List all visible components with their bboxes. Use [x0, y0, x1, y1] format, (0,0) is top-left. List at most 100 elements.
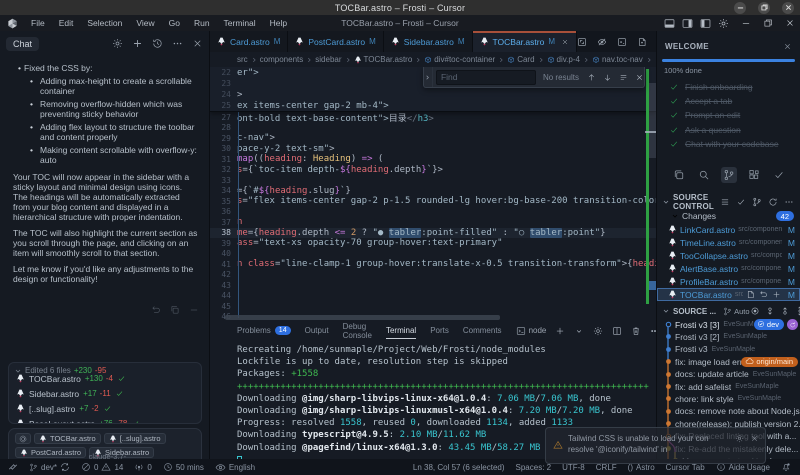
- commit-row[interactable]: Frosti v3 [3]EveSunM...dev: [657, 318, 800, 330]
- target-icon[interactable]: [750, 306, 760, 316]
- onboarding-item[interactable]: Accept a tab: [657, 94, 800, 108]
- indentation-status[interactable]: Spaces: 2: [516, 463, 552, 472]
- edited-file-row[interactable]: BaseLayout.astro+76-78: [9, 416, 201, 424]
- commit-row[interactable]: docs: update articleEveSunMaple: [657, 368, 800, 380]
- tab-postcard-astro[interactable]: PostCard.astroM: [288, 31, 383, 52]
- code-line-42[interactable]: 42: [210, 270, 656, 281]
- welcome-close-icon[interactable]: [783, 42, 792, 51]
- code-line-24[interactable]: 24>: [210, 89, 656, 100]
- graph-auto-selector[interactable]: Auto: [723, 307, 749, 316]
- terminal-dropdown-icon[interactable]: [574, 326, 584, 336]
- tab-card-astro[interactable]: Card.astroM: [210, 31, 288, 52]
- menu-item-go[interactable]: Go: [162, 15, 187, 31]
- ports-status[interactable]: 0: [134, 462, 151, 472]
- view-as-list-icon[interactable]: [720, 197, 730, 207]
- edited-file-row[interactable]: [..slug].astro+7-2: [9, 401, 201, 416]
- open-preview-icon[interactable]: [637, 37, 647, 47]
- commit-row[interactable]: fix: image load err...origin/main: [657, 356, 800, 368]
- commit-check-icon[interactable]: [736, 197, 746, 207]
- find-input[interactable]: Find: [436, 70, 536, 85]
- toast-settings-gear-icon[interactable]: [735, 434, 744, 443]
- fetch-icon[interactable]: [765, 306, 775, 316]
- chat-close-icon[interactable]: [192, 38, 203, 49]
- code-editor[interactable]: 22er">2324>25ex items-center gap-2 mb-4"…: [210, 67, 656, 322]
- copy-files-icon[interactable]: [671, 167, 687, 183]
- commit-row[interactable]: Frosti v3EveSunMaple: [657, 343, 800, 355]
- source-control-branch-icon[interactable]: [721, 167, 737, 183]
- stage-changes-icon[interactable]: [772, 290, 781, 299]
- scm-file-row[interactable]: LinkCard.astrosrc/componen...M: [657, 223, 800, 236]
- horizontal-scrollbar[interactable]: [225, 315, 500, 320]
- code-line-35[interactable]: 35s="flex items-center gap-2 p-1.5 round…: [210, 196, 656, 207]
- menu-item-file[interactable]: File: [24, 15, 52, 31]
- refresh-icon[interactable]: [768, 197, 778, 207]
- code-line-30[interactable]: 30pace-y-2 text-sm">: [210, 144, 656, 155]
- window-restore-icon[interactable]: [763, 18, 773, 28]
- breadcrumb-file[interactable]: TOCBar.astro: [354, 55, 413, 64]
- create-branch-icon[interactable]: [752, 197, 762, 207]
- menu-item-selection[interactable]: Selection: [80, 15, 129, 31]
- panel-tab-terminal[interactable]: Terminal: [386, 322, 416, 339]
- chat-tab[interactable]: Chat: [6, 37, 39, 51]
- code-line-33[interactable]: 33: [210, 175, 656, 186]
- changes-section-header[interactable]: Changes 42: [657, 209, 800, 223]
- copy-message-icon[interactable]: [170, 305, 180, 315]
- spell-language-status[interactable]: English: [215, 462, 255, 473]
- code-line-41[interactable]: 41n class="line-clamp-1 group-hover:tran…: [210, 259, 656, 270]
- find-next-icon[interactable]: [603, 73, 612, 82]
- vertical-scrollbar-thumb[interactable]: [649, 83, 656, 158]
- extensions-icon[interactable]: [746, 167, 762, 183]
- os-close-button[interactable]: [782, 2, 794, 14]
- breadcrumb-folder[interactable]: src: [237, 55, 248, 64]
- onboarding-item[interactable]: Finish onboarding: [657, 80, 800, 94]
- panel-tab-debug-console[interactable]: Debug Console: [343, 322, 372, 339]
- breadcrumbs[interactable]: src components sidebar TOCBar.astro div#toc-…: [210, 52, 656, 67]
- find-in-selection-icon[interactable]: [619, 73, 628, 82]
- toggle-blame-icon[interactable]: [597, 37, 607, 47]
- onboarding-item[interactable]: Prompt an edit: [657, 108, 800, 122]
- overview-ruler[interactable]: [645, 67, 656, 322]
- code-line-28[interactable]: 28: [210, 123, 656, 134]
- restore-checkpoint-icon[interactable]: [151, 305, 161, 315]
- menu-item-view[interactable]: View: [129, 15, 161, 31]
- kill-terminal-icon[interactable]: [631, 326, 641, 336]
- commit-row[interactable]: docs: remove note about Node.js...: [657, 405, 800, 417]
- check-icon[interactable]: [771, 167, 787, 183]
- terminal-shell-chip[interactable]: node: [516, 326, 547, 336]
- toast-close-icon[interactable]: [750, 434, 759, 443]
- branch-dev-badge[interactable]: dev: [754, 319, 784, 330]
- code-line-37[interactable]: 37n: [210, 217, 656, 228]
- scm-file-row[interactable]: AlertBase.astrosrc/compone...M: [657, 262, 800, 275]
- breadcrumb-symbol[interactable]: Card: [507, 55, 534, 64]
- onboarding-item[interactable]: Ask a question: [657, 123, 800, 137]
- scm-file-row[interactable]: TOCBar.astrosrc/...M: [657, 288, 800, 301]
- code-line-31[interactable]: 31map((heading: Heading) => (: [210, 154, 656, 165]
- breadcrumb-symbol[interactable]: nav.toc-nav: [592, 55, 643, 64]
- edited-file-row[interactable]: Sidebar.astro+17-11: [9, 386, 201, 401]
- chat-more-icon[interactable]: [172, 38, 183, 49]
- toggle-secondary-sidebar-icon[interactable]: [682, 18, 693, 29]
- toggle-panel-icon[interactable]: [664, 18, 675, 29]
- open-file-icon[interactable]: [746, 290, 755, 299]
- code-line-29[interactable]: 29c-nav">: [210, 133, 656, 144]
- find-close-icon[interactable]: [635, 73, 644, 82]
- context-pill[interactable]: [..slug].astro: [104, 433, 166, 444]
- breadcrumb-folder[interactable]: components: [260, 55, 304, 64]
- panel-tab-output[interactable]: Output: [305, 322, 329, 339]
- push-icon[interactable]: [795, 306, 800, 316]
- code-line-25[interactable]: 25ex items-center gap-2 mb-4">: [210, 100, 656, 111]
- menu-item-edit[interactable]: Edit: [52, 15, 81, 31]
- scm-file-row[interactable]: ProfileBar.astrosrc/compone...M: [657, 275, 800, 288]
- notifications-bell[interactable]: [781, 462, 791, 472]
- discard-changes-icon[interactable]: [759, 290, 768, 299]
- scm-file-row[interactable]: TooCollapse.astrosrc/compo...M: [657, 249, 800, 262]
- code-line-27[interactable]: 27ont-bold text-base-content">目录</h3>: [210, 112, 656, 123]
- breadcrumb-folder[interactable]: sidebar: [315, 55, 341, 64]
- cursor-position-status[interactable]: Ln 38, Col 57 (6 selected): [413, 463, 505, 472]
- toggle-replace-chevron-icon[interactable]: [424, 67, 433, 87]
- breadcrumb-symbol[interactable]: div#toc-container: [424, 55, 495, 64]
- code-line-32[interactable]: 32s={`toc-item depth-${heading.depth}`}>: [210, 165, 656, 176]
- code-line-40[interactable]: 40: [210, 249, 656, 260]
- terminal-settings-gear-icon[interactable]: [593, 326, 603, 336]
- new-terminal-icon[interactable]: [555, 326, 565, 336]
